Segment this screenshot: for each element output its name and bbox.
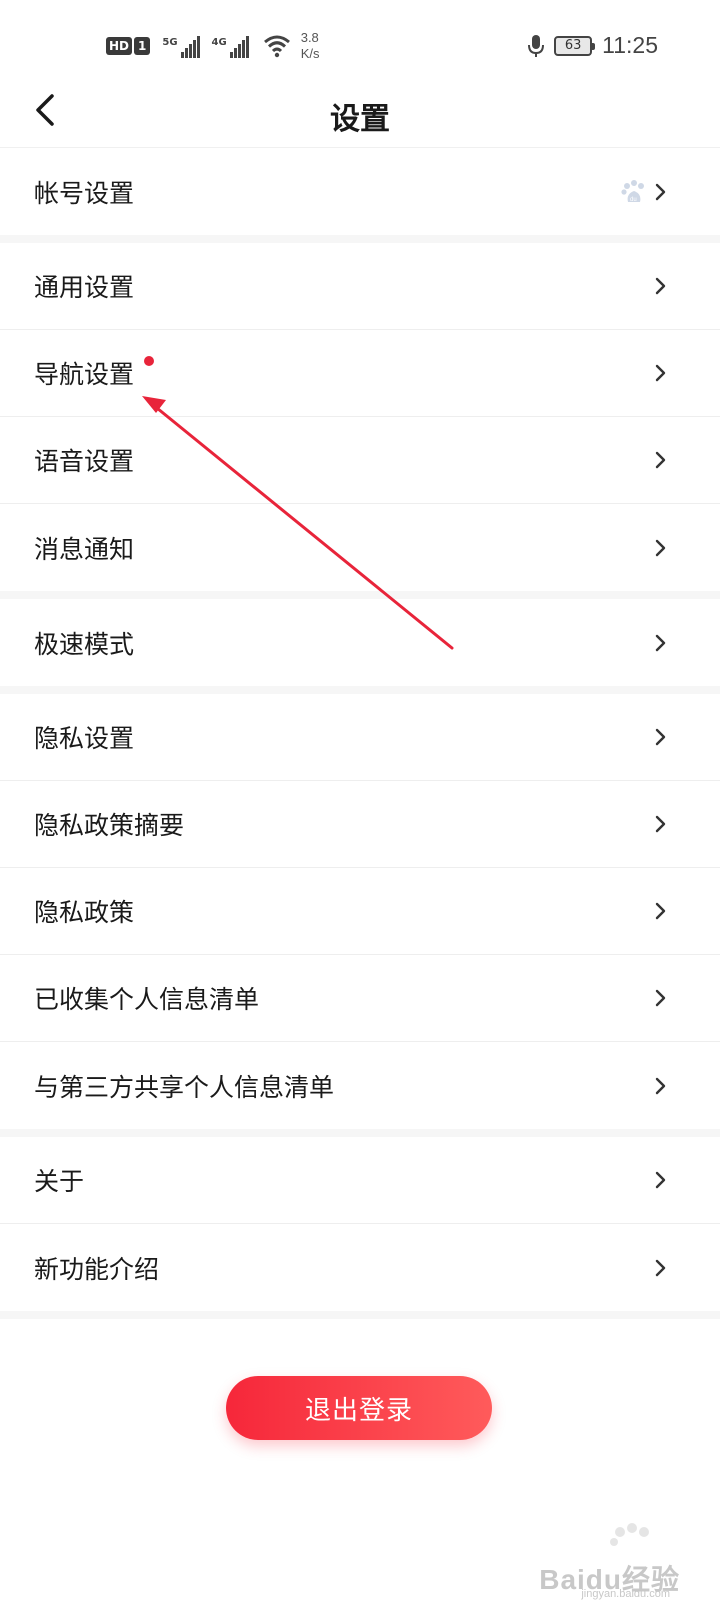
row-label: 隐私政策摘要 [34, 811, 185, 840]
settings-row-notifications[interactable]: 消息通知 [0, 504, 720, 591]
logout-button[interactable]: 退出登录 [226, 1376, 492, 1440]
section-divider [0, 686, 720, 694]
chevron-right-icon [655, 183, 666, 200]
settings-row-privacy[interactable]: 隐私设置 [0, 694, 720, 781]
settings-row-privacy-policy[interactable]: 隐私政策 [0, 868, 720, 955]
section-speed-mode: 极速模式 [0, 599, 720, 686]
chevron-right-icon [655, 539, 666, 556]
signal-4g-icon: 4G [212, 34, 249, 58]
section-divider [0, 1311, 720, 1319]
settings-row-general[interactable]: 通用设置 [0, 243, 720, 330]
settings-row-privacy-summary[interactable]: 隐私政策摘要 [0, 781, 720, 868]
row-label: 通用设置 [34, 273, 135, 302]
chevron-right-icon [655, 634, 666, 651]
settings-row-about[interactable]: 关于 [0, 1137, 720, 1224]
signal-5g-icon: 5G [162, 34, 200, 58]
chevron-right-icon [655, 728, 666, 746]
row-label: 隐私政策 [34, 898, 135, 927]
hd-badge: HD 1 [106, 37, 151, 55]
row-label: 隐私设置 [34, 724, 135, 753]
section-about: 关于 新功能介绍 [0, 1137, 720, 1311]
settings-row-voice[interactable]: 语音设置 [0, 417, 720, 504]
hd-icon: HD [106, 37, 133, 55]
sim-icon: 1 [134, 37, 151, 55]
settings-row-new-features[interactable]: 新功能介绍 [0, 1224, 720, 1311]
chevron-right-icon [655, 1259, 666, 1276]
svg-text:du: du [630, 197, 637, 203]
battery-icon: 63 [554, 35, 596, 56]
chevron-right-icon [655, 989, 666, 1007]
clock: 11:25 [602, 32, 658, 58]
chevron-right-icon [655, 902, 666, 920]
settings-row-navigation[interactable]: 导航设置 [0, 330, 720, 417]
row-label: 新功能介绍 [34, 1254, 160, 1284]
header: 设置 [0, 74, 720, 148]
page-title: 设置 [330, 102, 390, 137]
baidu-paw-icon: du [621, 179, 644, 203]
chevron-right-icon [655, 1171, 666, 1189]
section-divider [0, 1129, 720, 1137]
row-label: 极速模式 [34, 629, 135, 659]
section-divider [0, 235, 720, 243]
settings-row-shared-info[interactable]: 与第三方共享个人信息清单 [0, 1042, 720, 1129]
section-privacy: 隐私设置 隐私政策摘要 隐私政策 已收集个人信息清单 与第三方共享个人信息清单 [0, 694, 720, 1129]
watermark-url: jingyan.baidu.com [581, 1588, 670, 1600]
section-account: 帐号设置 du [0, 148, 720, 235]
row-label: 已收集个人信息清单 [34, 985, 260, 1014]
row-label: 与第三方共享个人信息清单 [34, 1072, 335, 1102]
row-label: 帐号设置 [34, 178, 135, 208]
chevron-right-icon [655, 364, 666, 382]
new-badge-dot [144, 356, 154, 366]
chevron-right-icon [655, 1077, 666, 1094]
row-label: 语音设置 [34, 447, 135, 476]
settings-row-speed-mode[interactable]: 极速模式 [0, 599, 720, 686]
chevron-right-icon [655, 815, 666, 833]
row-label: 导航设置 [34, 360, 135, 389]
chevron-right-icon [655, 277, 666, 295]
chevron-right-icon [655, 451, 666, 469]
settings-row-account[interactable]: 帐号设置 du [0, 148, 720, 235]
settings-row-collected-info[interactable]: 已收集个人信息清单 [0, 955, 720, 1042]
wifi-icon [263, 35, 290, 58]
status-left: HD 1 5G 4G 3.8 K/s [106, 30, 320, 62]
net-speed: 3.8 K/s [300, 30, 320, 61]
section-general: 通用设置 导航设置 语音设置 消息通知 [0, 243, 720, 591]
row-label: 消息通知 [34, 534, 135, 564]
row-label: 关于 [34, 1167, 85, 1196]
status-right: 63 11:25 [528, 32, 658, 59]
section-divider [0, 591, 720, 599]
microphone-icon [528, 34, 545, 57]
